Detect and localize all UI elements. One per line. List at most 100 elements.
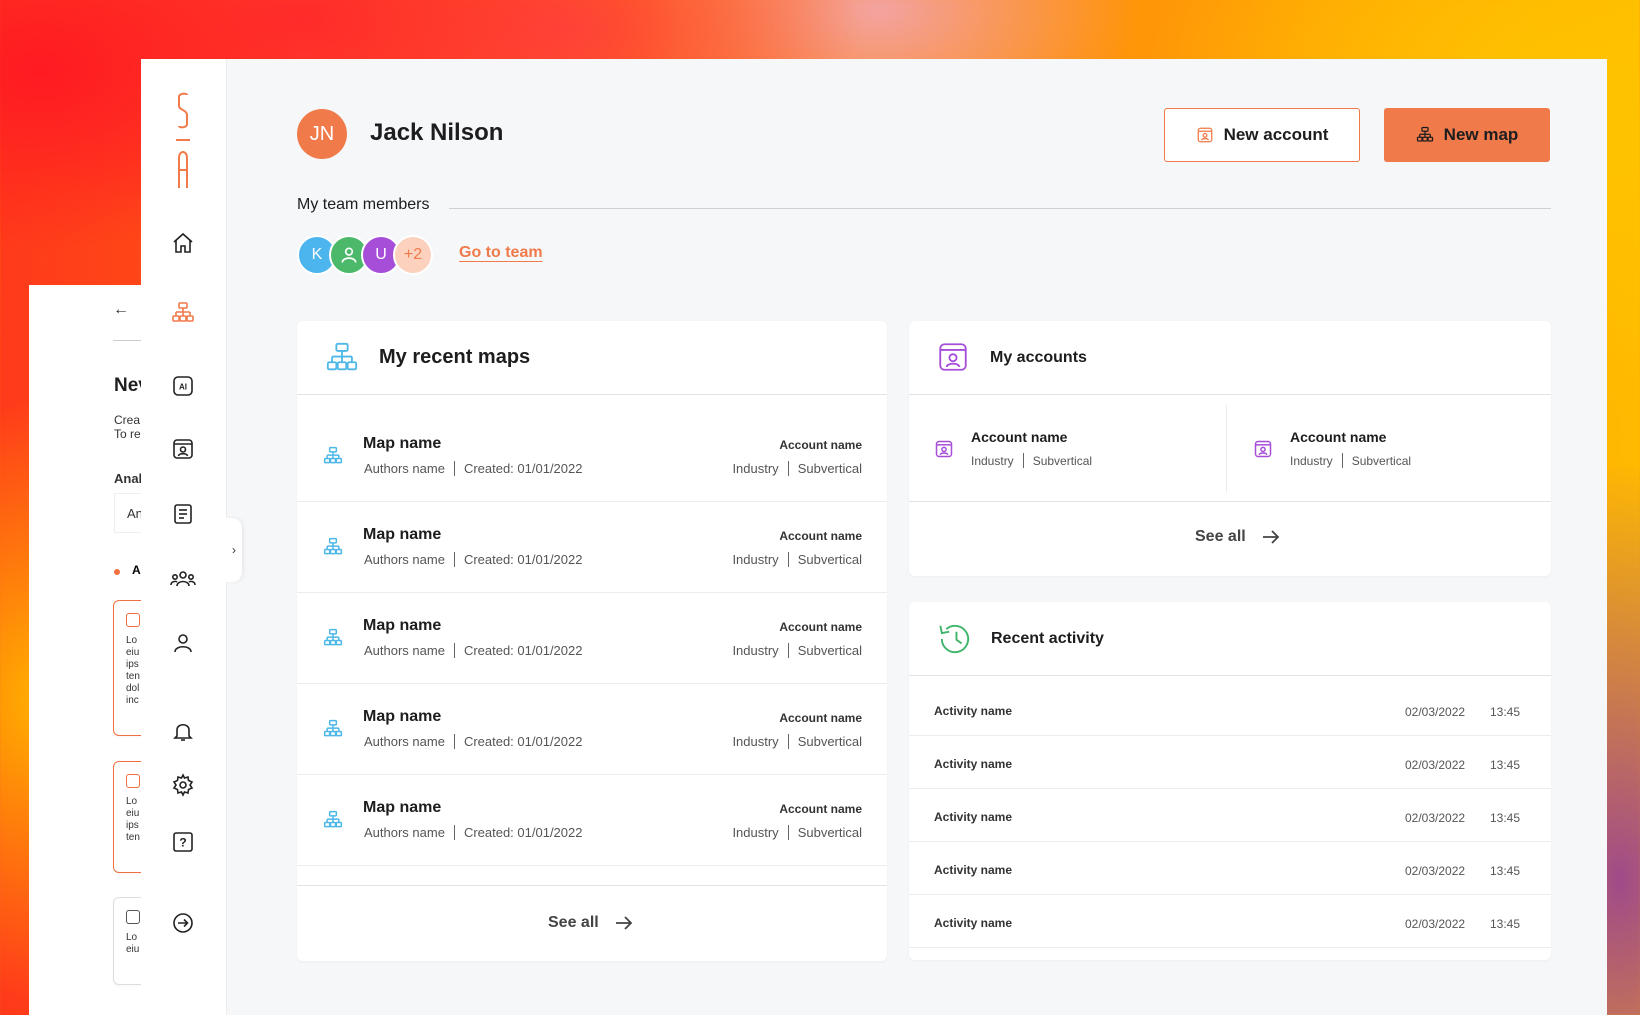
map-created: Created: 01/01/2022 [463, 825, 583, 840]
table-row[interactable]: Map name Authors name Created: 01/01/2022… [297, 412, 887, 502]
map-account-meta: Industry Subvertical [732, 734, 862, 749]
map-account-meta: Industry Subvertical [732, 552, 862, 567]
accounts-header: My accounts [909, 321, 1551, 395]
sitemap-icon [326, 342, 358, 371]
new-account-button[interactable]: New account [1164, 108, 1360, 162]
home-icon[interactable] [169, 229, 197, 257]
account-meta: Industry Subvertical [1290, 453, 1411, 468]
activity-name: Activity name [934, 863, 1013, 877]
sitemap-icon [323, 719, 343, 737]
map-name: Map name [363, 708, 442, 725]
background-line: Crea [114, 413, 141, 427]
map-subvertical: Subvertical [797, 461, 862, 476]
account-card-icon [1197, 127, 1212, 143]
separator [453, 734, 455, 749]
recent-maps-card: My recent maps Map name Authors name Crea… [297, 321, 887, 961]
avatar[interactable]: JN [297, 109, 347, 159]
card-line: inc [126, 695, 139, 706]
background-item-label: A [132, 563, 141, 577]
account-name: Account name [1290, 429, 1387, 445]
arrow-right-icon [615, 916, 632, 930]
account-card-icon[interactable] [169, 435, 197, 463]
map-account-meta: Industry Subvertical [732, 461, 862, 476]
activity-time: 13:45 [1490, 705, 1521, 719]
separator [453, 825, 455, 840]
account-item[interactable]: Account name Industry Subvertical [1228, 405, 1546, 493]
sitemap-icon [323, 628, 343, 646]
go-to-team-link[interactable]: Go to team [459, 244, 543, 262]
list-item[interactable]: Activity name 02/03/2022 13:45 [909, 737, 1551, 789]
account-meta: Industry Subvertical [971, 453, 1092, 468]
map-created: Created: 01/01/2022 [463, 643, 583, 658]
map-name: Map name [363, 435, 442, 452]
map-subvertical: Subvertical [797, 552, 862, 567]
ai-icon[interactable]: AI [169, 372, 197, 400]
activity-name: Activity name [934, 810, 1013, 824]
activity-header: Recent activity [909, 602, 1551, 676]
user-icon [341, 247, 357, 263]
team-icon[interactable] [169, 565, 197, 593]
sidebar: AI ? [141, 59, 227, 1015]
activity-time: 13:45 [1490, 758, 1521, 772]
new-map-button[interactable]: New map [1384, 108, 1550, 162]
table-row[interactable]: Map name Authors name Created: 01/01/2022… [297, 685, 887, 775]
table-row[interactable]: Map name Authors name Created: 01/01/2022… [297, 594, 887, 684]
map-subvertical: Subvertical [797, 643, 862, 658]
list-item[interactable]: Activity name 02/03/2022 13:45 [909, 684, 1551, 736]
map-author: Authors name [364, 461, 445, 476]
gear-icon[interactable] [169, 771, 197, 799]
list-item[interactable]: Activity name 02/03/2022 13:45 [909, 843, 1551, 895]
map-industry: Industry [732, 734, 779, 749]
checkbox[interactable] [126, 774, 140, 788]
table-row[interactable]: Map name Authors name Created: 01/01/2022… [297, 776, 887, 866]
card-line: ips [126, 659, 139, 670]
list-item[interactable]: Activity name 02/03/2022 13:45 [909, 896, 1551, 948]
separator [787, 461, 789, 476]
card-line: Lo [126, 796, 138, 807]
map-industry: Industry [732, 552, 779, 567]
back-arrow-icon[interactable]: ← [113, 301, 129, 319]
map-industry: Industry [732, 461, 779, 476]
divider [909, 501, 1551, 502]
sitemap-icon [323, 537, 343, 555]
map-author: Authors name [364, 734, 445, 749]
account-item[interactable]: Account name Industry Subvertical [909, 405, 1227, 493]
team-more-count[interactable]: +2 [393, 235, 433, 275]
arrow-right-icon [1262, 530, 1279, 544]
logout-icon[interactable] [169, 909, 197, 937]
account-card-icon [935, 440, 953, 458]
card-text: Lo eiu [126, 932, 139, 956]
separator [787, 552, 789, 567]
user-icon[interactable] [169, 629, 197, 657]
sitemap-icon [323, 446, 343, 464]
recent-maps-header: My recent maps [297, 321, 887, 395]
checkbox[interactable] [126, 613, 140, 627]
map-meta: Authors name Created: 01/01/2022 [364, 734, 582, 749]
map-account: Account name [779, 802, 862, 816]
checkbox[interactable] [126, 910, 140, 924]
svg-text:?: ? [179, 836, 186, 850]
map-account: Account name [779, 529, 862, 543]
map-author: Authors name [364, 552, 445, 567]
account-subvertical: Subvertical [1032, 454, 1093, 468]
activity-title: Recent activity [991, 630, 1104, 647]
see-all-maps-button[interactable]: See all [548, 914, 633, 932]
list-item[interactable]: Activity name 02/03/2022 13:45 [909, 790, 1551, 842]
separator [1022, 453, 1024, 468]
activity-time: 13:45 [1490, 917, 1521, 931]
table-row[interactable]: Map name Authors name Created: 01/01/2022… [297, 503, 887, 593]
sitemap-icon[interactable] [169, 299, 197, 327]
app-window: AI ? › JN Jack Nilson New account New ma… [141, 59, 1607, 1015]
bullet-dot [114, 569, 120, 575]
see-all-accounts-button[interactable]: See all [1195, 528, 1280, 546]
map-name: Map name [363, 617, 442, 634]
map-account: Account name [779, 620, 862, 634]
bell-icon[interactable] [169, 717, 197, 745]
see-all-label: See all [1195, 528, 1246, 545]
map-meta: Authors name Created: 01/01/2022 [364, 825, 582, 840]
document-icon[interactable] [169, 500, 197, 528]
accounts-card: My accounts Account name Industry Subvert… [909, 321, 1551, 576]
card-line: ips [126, 820, 139, 831]
activity-date: 02/03/2022 [1405, 917, 1466, 931]
help-icon[interactable]: ? [169, 828, 197, 856]
